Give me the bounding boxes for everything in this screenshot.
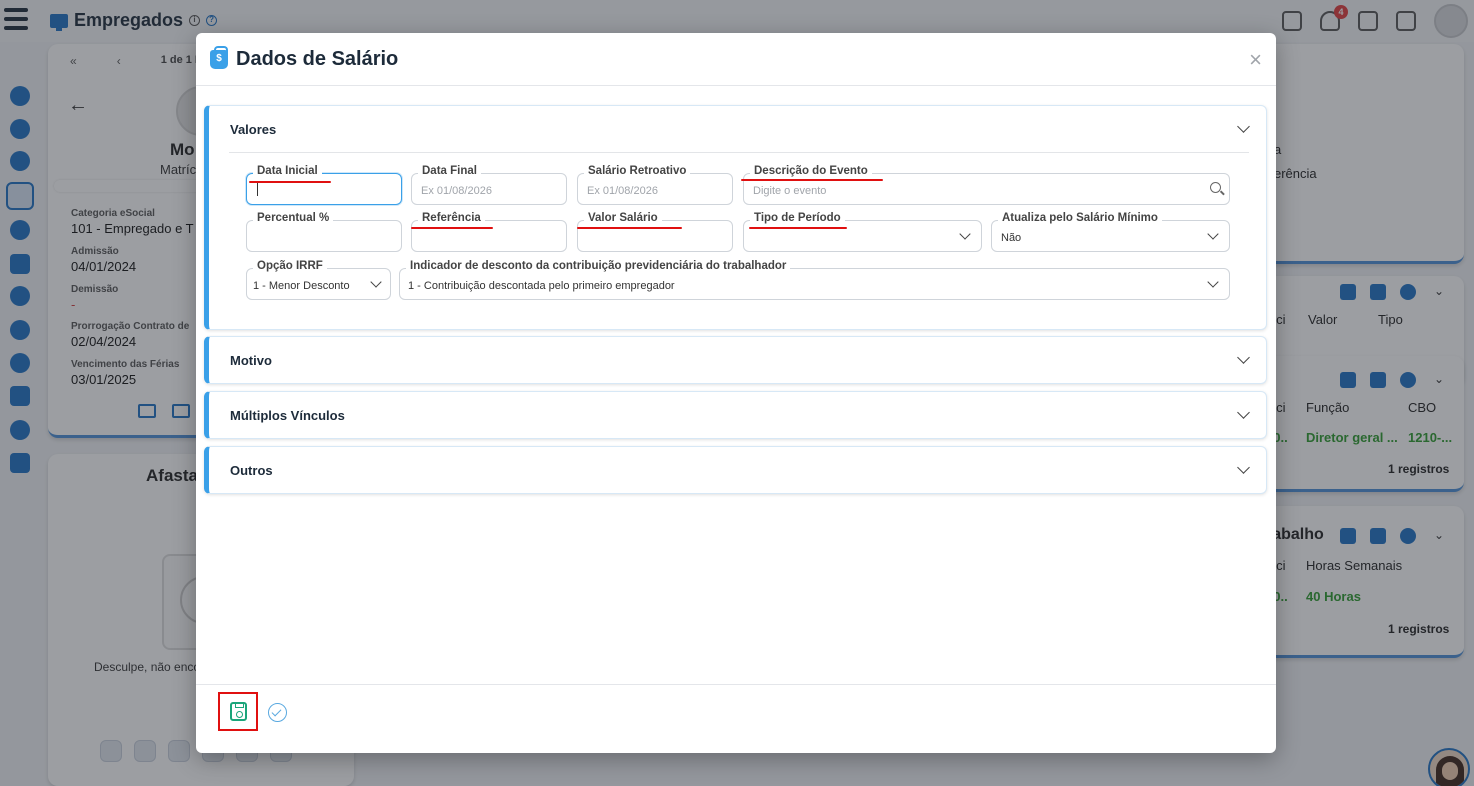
- chevron-down-icon[interactable]: [1237, 406, 1250, 419]
- chevron-down-icon[interactable]: [959, 228, 971, 240]
- modal-footer-divider: [196, 684, 1276, 685]
- save-icon: [230, 702, 247, 721]
- data-final-placeholder: Ex 01/08/2026: [421, 185, 492, 197]
- chevron-up-icon[interactable]: [1237, 120, 1250, 133]
- chevron-down-icon[interactable]: [1207, 276, 1219, 288]
- section-multiplos-vinculos[interactable]: Múltiplos Vínculos: [204, 391, 1267, 439]
- data-inicial-field[interactable]: Data Inicial: [246, 165, 402, 205]
- confirm-check-icon[interactable]: [268, 703, 287, 722]
- search-icon[interactable]: [1210, 182, 1221, 193]
- save-button[interactable]: [218, 692, 258, 731]
- descricao-evento-placeholder: Digite o evento: [753, 185, 827, 197]
- modal-header: Dados de Salário ×: [196, 33, 1276, 86]
- annotation-underline: [749, 227, 847, 229]
- opcao-irrf-label: Opção IRRF: [253, 260, 327, 272]
- close-icon[interactable]: ×: [1249, 47, 1262, 73]
- salario-retroativo-field[interactable]: Salário Retroativo Ex 01/08/2026: [577, 165, 733, 205]
- percentual-label: Percentual %: [253, 212, 334, 224]
- annotation-underline: [577, 227, 682, 229]
- section-divider: [229, 152, 1249, 153]
- chevron-down-icon[interactable]: [1207, 228, 1219, 240]
- indicador-desconto-select[interactable]: Indicador de desconto da contribuição pr…: [399, 260, 1230, 300]
- section-outros[interactable]: Outros: [204, 446, 1267, 494]
- indicador-desconto-value: 1 - Contribuição descontada pelo primeir…: [408, 280, 675, 292]
- chevron-down-icon[interactable]: [1237, 351, 1250, 364]
- valor-salario-field[interactable]: Valor Salário: [577, 212, 733, 252]
- atualiza-salario-minimo-value: Não: [1001, 232, 1022, 244]
- section-valores: Valores Data Inicial Data Final Ex 01/08…: [204, 105, 1267, 330]
- annotation-underline: [249, 181, 331, 183]
- chevron-down-icon[interactable]: [1237, 461, 1250, 474]
- percentual-field[interactable]: Percentual %: [246, 212, 402, 252]
- salario-retroativo-label: Salário Retroativo: [584, 165, 691, 177]
- section-motivo-title[interactable]: Motivo: [230, 353, 272, 368]
- tipo-periodo-label: Tipo de Período: [750, 212, 845, 224]
- salario-retroativo-placeholder: Ex 01/08/2026: [587, 185, 658, 197]
- data-final-field[interactable]: Data Final Ex 01/08/2026: [411, 165, 567, 205]
- modal-title-wrap: Dados de Salário: [210, 46, 399, 71]
- referencia-label: Referência: [418, 212, 485, 224]
- section-outros-title[interactable]: Outros: [230, 463, 273, 478]
- text-caret: [257, 182, 258, 196]
- section-multiplos-title[interactable]: Múltiplos Vínculos: [230, 408, 345, 423]
- data-inicial-label: Data Inicial: [253, 165, 322, 177]
- salary-data-modal: Dados de Salário × Valores Data Inicial …: [196, 33, 1276, 753]
- opcao-irrf-select[interactable]: Opção IRRF 1 - Menor Desconto: [246, 260, 391, 300]
- section-valores-title[interactable]: Valores: [230, 122, 276, 137]
- chevron-down-icon[interactable]: [370, 276, 382, 288]
- referencia-field[interactable]: Referência: [411, 212, 567, 252]
- tipo-periodo-select[interactable]: Tipo de Período: [743, 212, 982, 252]
- atualiza-salario-minimo-select[interactable]: Atualiza pelo Salário Mínimo Não: [991, 212, 1230, 252]
- opcao-irrf-value: 1 - Menor Desconto: [253, 280, 350, 292]
- section-motivo[interactable]: Motivo: [204, 336, 1267, 384]
- atualiza-salario-minimo-label: Atualiza pelo Salário Mínimo: [998, 212, 1162, 224]
- annotation-underline: [741, 179, 883, 181]
- annotation-underline: [411, 227, 493, 229]
- money-bag-icon: [210, 46, 228, 69]
- data-final-label: Data Final: [418, 165, 481, 177]
- descricao-evento-label: Descrição do Evento: [750, 165, 872, 177]
- descricao-evento-field[interactable]: Descrição do Evento Digite o evento: [743, 165, 1230, 205]
- indicador-desconto-label: Indicador de desconto da contribuição pr…: [406, 260, 791, 272]
- valor-salario-label: Valor Salário: [584, 212, 662, 224]
- modal-title: Dados de Salário: [236, 48, 399, 70]
